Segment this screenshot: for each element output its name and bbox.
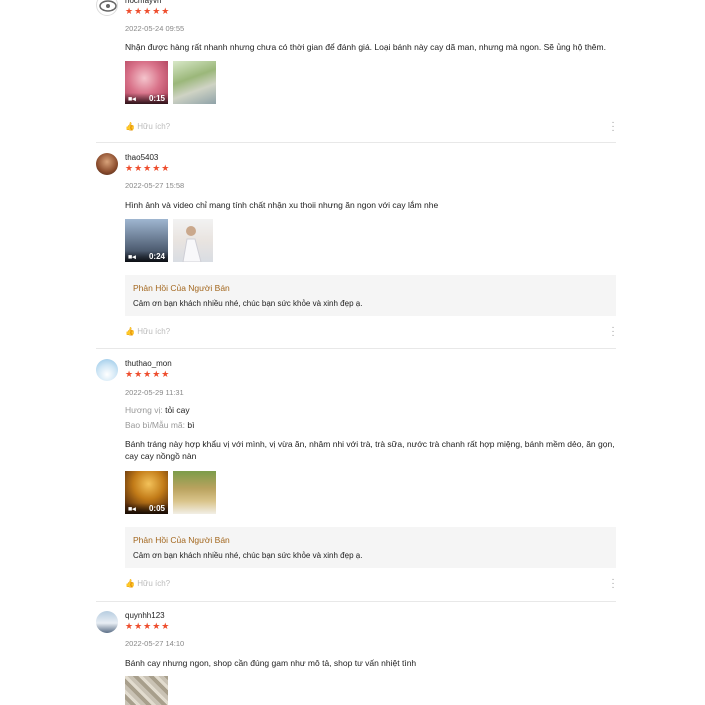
- helpful-button[interactable]: 👍 Hữu ích?: [125, 579, 170, 588]
- helpful-label: Hữu ích?: [137, 327, 171, 336]
- review-date: 2022-05-27 15:58: [125, 181, 185, 190]
- review-username[interactable]: quynhh123: [125, 611, 165, 620]
- review-item: thao5403 ★★★★★ 2022-05-27 15:58 Hình ảnh…: [96, 143, 616, 348]
- reply-text: Cảm ơn bạn khách nhiều nhé, chúc bạn sức…: [133, 299, 363, 308]
- avatar[interactable]: [96, 0, 118, 16]
- seller-reply: Phản Hồi Của Người Bán Cảm ơn bạn khách …: [125, 275, 616, 316]
- video-duration: 0:05: [148, 504, 165, 513]
- more-vertical-icon[interactable]: · · ·: [610, 575, 616, 593]
- review-video-thumbnail[interactable]: ■◂ 0:24: [125, 219, 168, 262]
- video-overlay: ■◂ 0:15: [125, 93, 168, 104]
- review-video-thumbnail[interactable]: ■◂ 0:15: [125, 61, 168, 104]
- review-image-thumbnail[interactable]: [173, 219, 213, 262]
- rating-stars: ★★★★★: [125, 621, 171, 631]
- attribute-value: tỏi cay: [165, 405, 190, 415]
- attribute-value: bì: [187, 420, 195, 430]
- review-image-thumbnail[interactable]: [173, 61, 216, 104]
- review-text: Hình ảnh và video chỉ mang tính chất nhậ…: [125, 200, 439, 210]
- avatar[interactable]: [96, 611, 118, 633]
- review-text: Bánh cay nhưng ngon, shop cần đúng gam n…: [125, 658, 417, 668]
- seller-reply: Phản Hồi Của Người Bán Cảm ơn bạn khách …: [125, 527, 616, 568]
- review-date: 2022-05-29 11:31: [125, 388, 184, 397]
- video-overlay: ■◂ 0:24: [125, 251, 168, 262]
- more-vertical-icon[interactable]: · · ·: [610, 323, 616, 341]
- review-video-thumbnail[interactable]: ■◂ 0:05: [125, 471, 168, 514]
- rating-stars: ★★★★★: [125, 163, 171, 173]
- thumb-up-icon: 👍: [125, 579, 135, 588]
- review-username[interactable]: thuthao_mon: [125, 359, 172, 368]
- helpful-button[interactable]: 👍 Hữu ích?: [125, 327, 170, 336]
- video-overlay: ■◂ 0:05: [125, 503, 168, 514]
- review-text: Bánh tráng này hợp khẩu vị với mình, vị …: [125, 439, 615, 461]
- review-image-thumbnail[interactable]: [173, 471, 216, 514]
- review-item: thuthao_mon ★★★★★ 2022-05-29 11:31 Hương…: [96, 349, 616, 601]
- product-attribute-flavor: Hương vị: tỏi cay: [125, 405, 190, 415]
- reply-text: Cảm ơn bạn khách nhiều nhé, chúc bạn sức…: [133, 551, 363, 560]
- video-camera-icon: ■◂: [128, 506, 136, 513]
- review-username[interactable]: thao5403: [125, 153, 158, 162]
- review-text: Nhận được hàng rất nhanh nhưng chưa có t…: [125, 42, 606, 52]
- video-duration: 0:15: [148, 94, 165, 103]
- review-image-thumbnail[interactable]: [125, 676, 168, 705]
- review-item: nocmayvn ★★★★★ 2022-05-24 09:55 Nhận đượ…: [96, 0, 616, 142]
- review-date: 2022-05-24 09:55: [125, 24, 185, 33]
- review-username[interactable]: nocmayvn: [125, 0, 161, 5]
- rating-stars: ★★★★★: [125, 369, 171, 379]
- avatar[interactable]: [96, 153, 118, 175]
- attribute-key: Hương vị:: [125, 405, 163, 415]
- thumb-up-icon: 👍: [125, 327, 135, 336]
- reply-title: Phản Hồi Của Người Bán: [133, 283, 230, 293]
- more-vertical-icon[interactable]: · · ·: [610, 118, 616, 136]
- video-camera-icon: ■◂: [128, 254, 136, 261]
- review-date: 2022-05-27 14:10: [125, 639, 185, 648]
- attribute-key: Bao bì/Mẫu mã:: [125, 420, 186, 430]
- review-item: quynhh123 ★★★★★ 2022-05-27 14:10 Bánh ca…: [96, 602, 616, 705]
- thumb-up-icon: 👍: [125, 122, 135, 131]
- video-camera-icon: ■◂: [128, 96, 136, 103]
- helpful-label: Hữu ích?: [137, 579, 171, 588]
- helpful-button[interactable]: 👍 Hữu ích?: [125, 122, 170, 131]
- video-duration: 0:24: [148, 252, 165, 261]
- helpful-label: Hữu ích?: [137, 122, 171, 131]
- rating-stars: ★★★★★: [125, 6, 171, 16]
- avatar[interactable]: [96, 359, 118, 381]
- reply-title: Phản Hồi Của Người Bán: [133, 535, 230, 545]
- product-attribute-packaging: Bao bì/Mẫu mã: bì: [125, 420, 194, 430]
